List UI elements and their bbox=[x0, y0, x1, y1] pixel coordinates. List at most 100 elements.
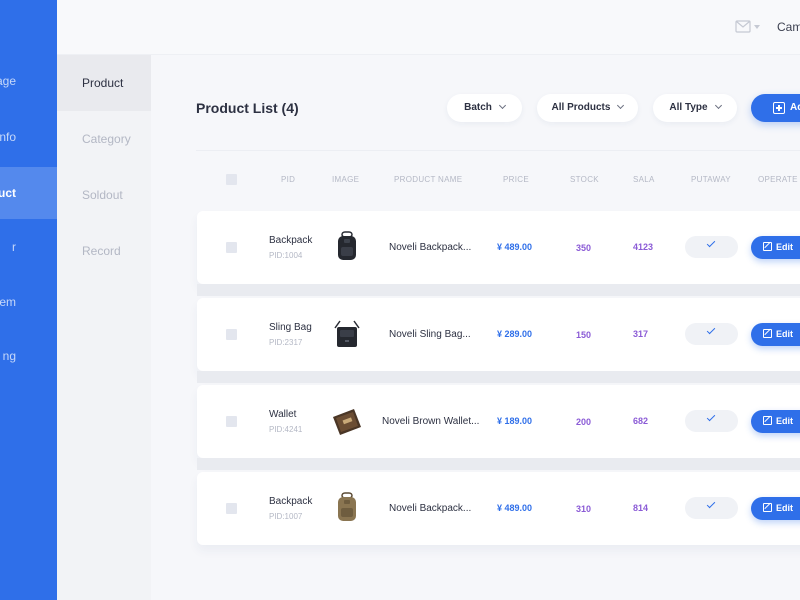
subnav-item-product[interactable]: Product bbox=[57, 55, 151, 111]
main-content: Product List (4) Batch All Products All … bbox=[151, 56, 800, 600]
plus-icon bbox=[773, 102, 785, 114]
check-icon bbox=[706, 325, 716, 335]
edit-label: Edit bbox=[776, 329, 793, 339]
product-name: Noveli Sling Bag... bbox=[389, 329, 471, 340]
sub-sidebar: Product Category Soldout Record bbox=[57, 55, 151, 600]
edit-label: Edit bbox=[776, 503, 793, 513]
product-image bbox=[338, 231, 356, 260]
user-name[interactable]: Cam bbox=[777, 20, 800, 34]
sidebar-item-product[interactable]: duct bbox=[0, 167, 57, 219]
product-name: Noveli Brown Wallet... bbox=[382, 416, 480, 427]
edit-button[interactable]: Edit bbox=[751, 323, 800, 346]
product-short-name: Wallet bbox=[269, 409, 297, 420]
col-header-putaway: PUTAWAY bbox=[691, 175, 731, 184]
edit-icon bbox=[763, 329, 772, 338]
row-checkbox[interactable] bbox=[226, 242, 237, 253]
product-sales: 317 bbox=[633, 329, 649, 339]
edit-icon bbox=[763, 416, 772, 425]
product-stock: 350 bbox=[576, 243, 592, 253]
product-price: ¥ 289.00 bbox=[497, 329, 533, 339]
sidebar-item-label: age bbox=[0, 74, 16, 88]
row-checkbox[interactable] bbox=[226, 416, 237, 427]
all-type-dropdown[interactable]: All Type bbox=[653, 94, 737, 122]
edit-label: Edit bbox=[776, 416, 793, 426]
product-pid: PID:2317 bbox=[269, 338, 303, 347]
product-sales: 682 bbox=[633, 416, 649, 426]
product-name: Noveli Backpack... bbox=[389, 503, 472, 514]
product-short-name: Backpack bbox=[269, 496, 313, 507]
sidebar-item-page[interactable]: age bbox=[0, 55, 57, 107]
all-products-dropdown[interactable]: All Products bbox=[537, 94, 638, 122]
col-header-image: IMAGE bbox=[332, 175, 360, 184]
product-pid: PID:1007 bbox=[269, 512, 303, 521]
main-sidebar: age nfo duct r em ng bbox=[0, 0, 57, 600]
edit-icon bbox=[763, 503, 772, 512]
chevron-down-icon bbox=[617, 101, 625, 110]
col-header-price: PRICE bbox=[503, 175, 529, 184]
putaway-toggle[interactable] bbox=[685, 236, 738, 258]
sidebar-item-label: nfo bbox=[0, 130, 16, 144]
col-header-product-name: PRODUCT NAME bbox=[394, 175, 463, 184]
edit-label: Edit bbox=[776, 242, 793, 252]
product-sales: 4123 bbox=[633, 242, 654, 252]
edit-button[interactable]: Edit bbox=[751, 497, 800, 520]
product-short-name: Backpack bbox=[269, 235, 313, 246]
mail-icon[interactable] bbox=[735, 20, 763, 36]
sidebar-item-label: ng bbox=[2, 349, 16, 363]
table-row: Backpack PID:1004 Noveli Backpack... ¥ 4… bbox=[197, 211, 800, 296]
row-checkbox[interactable] bbox=[226, 329, 237, 340]
table-row: Wallet PID:4241 Noveli Brown Wallet... ¥… bbox=[197, 385, 800, 470]
product-image bbox=[333, 409, 361, 435]
chevron-down-icon bbox=[714, 101, 722, 110]
table-header: PID IMAGE PRODUCT NAME PRICE STOCK SALA … bbox=[196, 150, 800, 210]
col-header-stock: STOCK bbox=[570, 175, 599, 184]
product-stock: 310 bbox=[576, 504, 592, 514]
product-price: ¥ 489.00 bbox=[497, 242, 533, 252]
product-stock: 200 bbox=[576, 417, 592, 427]
edit-button[interactable]: Edit bbox=[751, 410, 800, 433]
product-pid: PID:1004 bbox=[269, 251, 303, 260]
add-product-button[interactable]: Ad bbox=[751, 94, 800, 122]
page-title: Product List (4) bbox=[196, 100, 299, 116]
add-label: Ad bbox=[790, 102, 800, 113]
edit-button[interactable]: Edit bbox=[751, 236, 800, 259]
all-products-label: All Products bbox=[551, 102, 611, 113]
table-row: Backpack PID:1007 Noveli Backpack... ¥ 4… bbox=[197, 472, 800, 545]
putaway-toggle[interactable] bbox=[685, 410, 738, 432]
table-row: Sling Bag PID:2317 Noveli Sling Bag... ¥… bbox=[197, 298, 800, 383]
sidebar-item-label: em bbox=[0, 295, 16, 309]
subnav-item-record[interactable]: Record bbox=[57, 223, 151, 279]
col-header-sala: SALA bbox=[633, 175, 655, 184]
sidebar-item-order[interactable]: r bbox=[0, 221, 57, 273]
check-icon bbox=[706, 499, 716, 509]
product-pid: PID:4241 bbox=[269, 425, 303, 434]
putaway-toggle[interactable] bbox=[685, 497, 738, 519]
batch-dropdown[interactable]: Batch bbox=[447, 94, 522, 122]
check-icon bbox=[706, 238, 716, 248]
subnav-item-category[interactable]: Category bbox=[57, 111, 151, 167]
sidebar-item-label: r bbox=[12, 240, 16, 254]
sidebar-item-setting[interactable]: ng bbox=[0, 330, 57, 382]
product-price: ¥ 489.00 bbox=[497, 503, 533, 513]
product-stock: 150 bbox=[576, 330, 592, 340]
product-price: ¥ 189.00 bbox=[497, 416, 533, 426]
row-checkbox[interactable] bbox=[226, 503, 237, 514]
edit-icon bbox=[763, 242, 772, 251]
sidebar-item-label: duct bbox=[0, 186, 16, 200]
chevron-down-icon bbox=[498, 101, 506, 110]
col-header-operate: OPERATE bbox=[758, 175, 798, 184]
batch-label: Batch bbox=[464, 102, 492, 113]
product-image bbox=[338, 492, 356, 521]
select-all-checkbox[interactable] bbox=[226, 174, 237, 185]
product-sales: 814 bbox=[633, 503, 649, 513]
subnav-item-soldout[interactable]: Soldout bbox=[57, 167, 151, 223]
col-header-pid: PID bbox=[281, 175, 296, 184]
putaway-toggle[interactable] bbox=[685, 323, 738, 345]
all-type-label: All Type bbox=[669, 102, 708, 113]
top-header: Cam bbox=[57, 0, 800, 55]
product-image bbox=[334, 320, 360, 347]
sidebar-item-system[interactable]: em bbox=[0, 276, 57, 328]
product-name: Noveli Backpack... bbox=[389, 242, 472, 253]
check-icon bbox=[706, 412, 716, 422]
sidebar-item-info[interactable]: nfo bbox=[0, 111, 57, 163]
